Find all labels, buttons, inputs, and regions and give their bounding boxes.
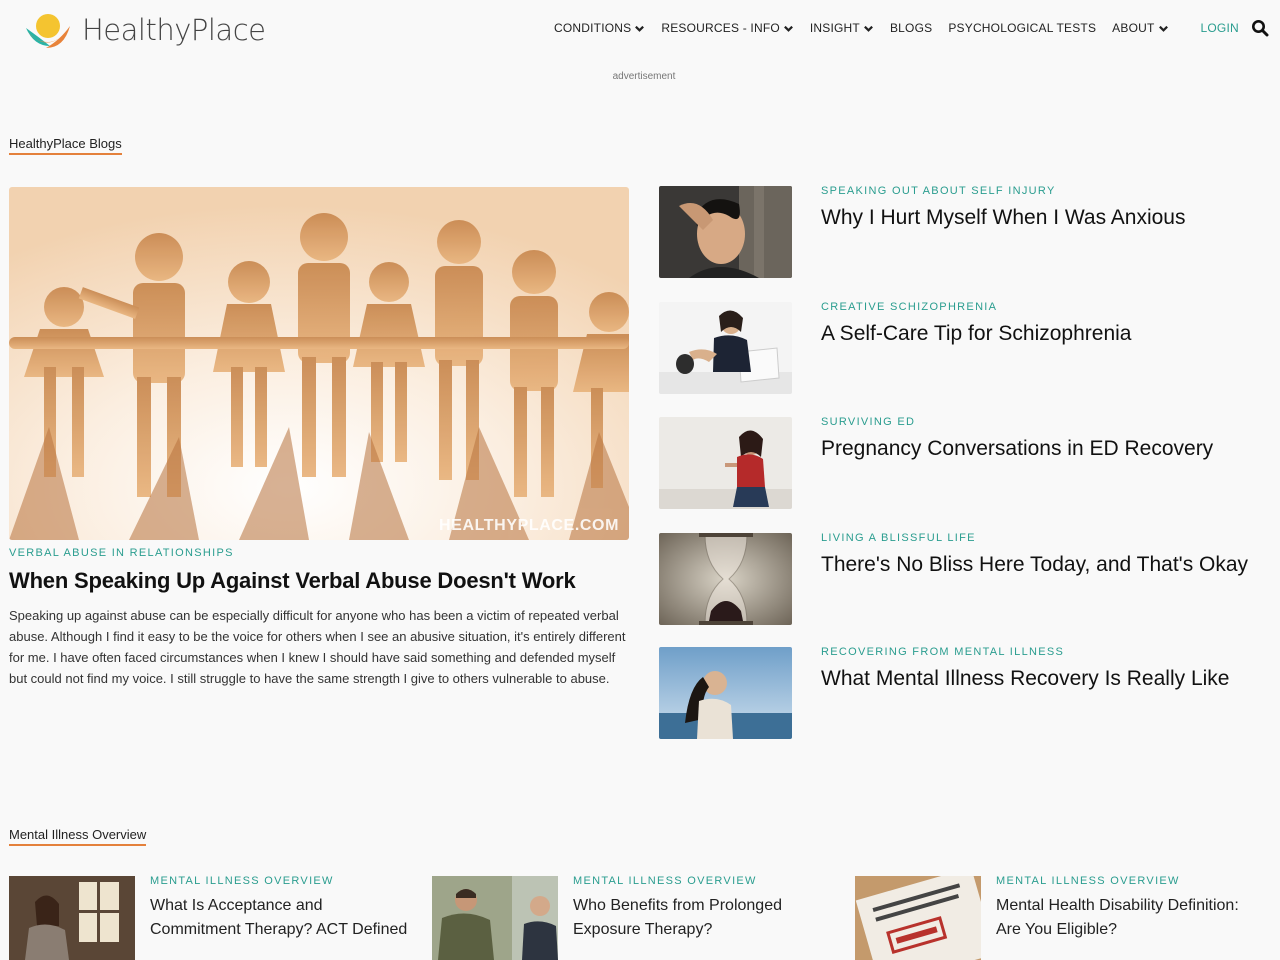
blog-title[interactable]: There's No Bliss Here Today, and That's … [821, 553, 1248, 577]
blog-thumbnail[interactable] [659, 186, 792, 278]
blog-thumbnail[interactable] [659, 647, 792, 739]
blog-category[interactable]: LIVING A BLISSFUL LIFE [821, 532, 976, 544]
login-link[interactable]: LOGIN [1201, 21, 1239, 35]
blog-category[interactable]: SPEAKING OUT ABOUT SELF INJURY [821, 185, 1056, 197]
blog-thumbnail[interactable] [659, 533, 792, 625]
blog-title[interactable]: A Self-Care Tip for Schizophrenia [821, 322, 1132, 346]
image-watermark: HEALTHYPLACE.COM [439, 517, 619, 534]
blog-list-item: CREATIVE SCHIZOPHRENIA A Self-Care Tip f… [659, 301, 1280, 395]
nav-label: RESOURCES - INFO [661, 21, 780, 35]
blog-title[interactable]: Why I Hurt Myself When I Was Anxious [821, 206, 1186, 230]
chevron-down-icon [783, 25, 793, 32]
overview-title[interactable]: What Is Acceptance and Commitment Therap… [150, 894, 415, 942]
chevron-down-icon [1158, 25, 1168, 32]
advertisement-label: advertisement [612, 71, 676, 82]
overview-thumbnail[interactable] [9, 876, 135, 960]
nav-label: CONDITIONS [554, 21, 632, 35]
nav-resources-info[interactable]: RESOURCES - INFO [661, 21, 794, 35]
nav-label: PSYCHOLOGICAL TESTS [948, 21, 1097, 35]
blog-list-item: SURVIVING ED Pregnancy Conversations in … [659, 416, 1280, 510]
site-header: HealthyPlace CONDITIONS RESOURCES - INFO… [0, 0, 1280, 60]
blog-category[interactable]: RECOVERING FROM MENTAL ILLNESS [821, 646, 1064, 658]
nav-conditions[interactable]: CONDITIONS [554, 21, 645, 35]
overview-title[interactable]: Who Benefits from Prolonged Exposure The… [573, 894, 838, 942]
nav-insight[interactable]: INSIGHT [810, 21, 874, 35]
feature-excerpt: Speaking up against abuse can be especia… [9, 608, 626, 686]
blog-category[interactable]: CREATIVE SCHIZOPHRENIA [821, 301, 997, 313]
section-title-overview[interactable]: Mental Illness Overview [9, 827, 147, 846]
blog-title[interactable]: What Mental Illness Recovery Is Really L… [821, 667, 1230, 691]
overview-thumbnail[interactable] [432, 876, 558, 960]
overview-category[interactable]: MENTAL ILLNESS OVERVIEW [150, 875, 334, 887]
logo-text: HealthyPlace [82, 13, 266, 47]
overview-category[interactable]: MENTAL ILLNESS OVERVIEW [996, 875, 1180, 887]
blog-list-item: SPEAKING OUT ABOUT SELF INJURY Why I Hur… [659, 185, 1280, 279]
nav-blogs[interactable]: BLOGS [890, 21, 932, 35]
overview-title[interactable]: Mental Health Disability Definition: Are… [996, 894, 1261, 942]
main-nav: CONDITIONS RESOURCES - INFO INSIGHT BLOG… [554, 20, 1239, 36]
nav-label: INSIGHT [809, 21, 860, 35]
blog-thumbnail[interactable] [659, 302, 792, 394]
chevron-down-icon [864, 25, 873, 32]
search-icon[interactable] [1251, 19, 1269, 37]
feature-image[interactable]: HEALTHYPLACE.COM [9, 187, 629, 540]
chevron-down-icon [635, 25, 645, 32]
blog-list-item: RECOVERING FROM MENTAL ILLNESS What Ment… [659, 646, 1280, 740]
feature-title[interactable]: When Speaking Up Against Verbal Abuse Do… [9, 568, 576, 594]
overview-thumbnail[interactable] [855, 876, 981, 960]
nav-label: BLOGS [889, 21, 933, 35]
nav-label: ABOUT [1112, 21, 1155, 35]
overview-list-item: MENTAL ILLNESS OVERVIEW Who Benefits fro… [432, 875, 842, 960]
blog-category[interactable]: SURVIVING ED [821, 416, 915, 428]
site-logo[interactable]: HealthyPlace [24, 6, 266, 54]
nav-about[interactable]: ABOUT [1112, 21, 1168, 35]
overview-list-item: MENTAL ILLNESS OVERVIEW What Is Acceptan… [9, 875, 419, 960]
feature-category[interactable]: VERBAL ABUSE IN RELATIONSHIPS [9, 547, 234, 559]
overview-list-item: MENTAL ILLNESS OVERVIEW Mental Health Di… [855, 875, 1265, 960]
nav-psychological-tests[interactable]: PSYCHOLOGICAL TESTS [948, 21, 1096, 35]
blog-title[interactable]: Pregnancy Conversations in ED Recovery [821, 437, 1213, 461]
logo-icon [24, 6, 72, 54]
overview-category[interactable]: MENTAL ILLNESS OVERVIEW [573, 875, 757, 887]
blog-thumbnail[interactable] [659, 417, 792, 509]
blog-list-item: LIVING A BLISSFUL LIFE There's No Bliss … [659, 532, 1280, 626]
section-title-blogs[interactable]: HealthyPlace Blogs [9, 136, 122, 155]
